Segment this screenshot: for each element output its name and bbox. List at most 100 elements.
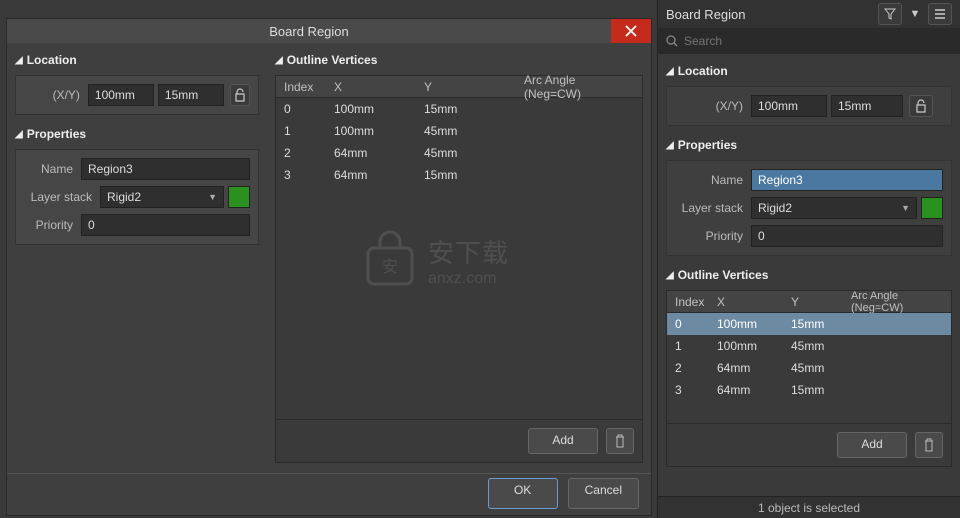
outline-header[interactable]: ◢ Outline Vertices (275, 53, 643, 67)
panel-col-y[interactable]: Y (783, 295, 843, 309)
unlock-icon (234, 88, 246, 102)
panel-col-index[interactable]: Index (667, 295, 709, 309)
panel-location-header[interactable]: ◢ Location (666, 64, 952, 78)
table-row[interactable]: 1100mm45mm (276, 120, 642, 142)
col-arc[interactable]: Arc Angle (Neg=CW) (516, 73, 642, 101)
panel-outline-header[interactable]: ◢ Outline Vertices (666, 268, 952, 282)
layer-stack-dropdown[interactable]: Rigid2 ▼ (100, 186, 224, 208)
panel-x-input[interactable] (751, 95, 827, 117)
cell-y: 45mm (416, 146, 516, 160)
panel-caret[interactable]: ▼ (908, 3, 922, 25)
panel-add-vertex-button[interactable]: Add (837, 432, 907, 458)
col-x[interactable]: X (326, 80, 416, 94)
cell-y: 15mm (416, 168, 516, 182)
name-label: Name (24, 162, 81, 176)
lock-button[interactable] (230, 84, 250, 106)
collapse-icon: ◢ (15, 55, 23, 66)
dialog-titlebar: Board Region (7, 19, 651, 43)
status-text: 1 object is selected (758, 501, 860, 515)
panel-lock-button[interactable] (909, 95, 933, 117)
collapse-icon: ◢ (666, 66, 674, 77)
col-index[interactable]: Index (276, 80, 326, 94)
location-header-text: Location (27, 53, 77, 67)
panel-header: Board Region ▼ (658, 0, 960, 28)
outline-table: Index X Y Arc Angle (Neg=CW) 0100mm15mm1… (275, 75, 643, 463)
dialog-title: Board Region (7, 24, 611, 39)
collapse-icon: ◢ (275, 55, 283, 66)
delete-vertex-button[interactable] (606, 428, 634, 454)
panel-layer-stack-value: Rigid2 (758, 201, 792, 215)
collapse-icon: ◢ (666, 140, 674, 151)
close-icon (625, 25, 637, 37)
panel-priority-input[interactable] (751, 225, 943, 247)
panel-properties-section: Name Layer stack Rigid2 ▼ Priority (666, 160, 952, 256)
unlock-icon (915, 99, 927, 113)
menu-icon (934, 8, 946, 20)
search-row (658, 28, 960, 54)
panel-name-input[interactable] (751, 169, 943, 191)
panel-properties-header-text: Properties (678, 138, 737, 152)
panel-col-arc[interactable]: Arc Angle (Neg=CW) (843, 290, 951, 314)
panel-y-input[interactable] (831, 95, 903, 117)
cell-y: 45mm (416, 124, 516, 138)
cell-x: 100mm (709, 317, 783, 331)
panel-outline-table: Index X Y Arc Angle (Neg=CW) 0100mm15mm1… (666, 290, 952, 467)
x-input[interactable] (88, 84, 154, 106)
cell-index: 0 (276, 102, 326, 116)
cell-y: 45mm (783, 339, 843, 353)
table-row[interactable]: 0100mm15mm (667, 313, 951, 335)
cell-y: 45mm (783, 361, 843, 375)
table-row[interactable]: 264mm45mm (667, 357, 951, 379)
panel-menu-button[interactable] (928, 3, 952, 25)
name-input[interactable] (81, 158, 250, 180)
priority-input[interactable] (81, 214, 250, 236)
panel-location-header-text: Location (678, 64, 728, 78)
properties-section: Name Layer stack Rigid2 ▼ Priority (15, 149, 259, 245)
cancel-button[interactable]: Cancel (568, 478, 639, 509)
panel-body: ◢ Location (X/Y) ◢ Properties Name L (658, 54, 960, 496)
add-vertex-button[interactable]: Add (528, 428, 598, 454)
collapse-icon: ◢ (666, 270, 674, 281)
filter-button[interactable] (878, 3, 902, 25)
cell-x: 64mm (326, 146, 416, 160)
panel-name-label: Name (675, 173, 751, 187)
panel-xy-label: (X/Y) (675, 99, 751, 113)
properties-header[interactable]: ◢ Properties (15, 127, 259, 141)
search-input[interactable] (684, 34, 952, 48)
panel-delete-vertex-button[interactable] (915, 432, 943, 458)
dialog-body: ◢ Location (X/Y) ◢ Properties (7, 43, 651, 473)
y-input[interactable] (158, 84, 224, 106)
cell-x: 100mm (709, 339, 783, 353)
panel-priority-label: Priority (675, 229, 751, 243)
panel-properties-header[interactable]: ◢ Properties (666, 138, 952, 152)
panel-outline-header-text: Outline Vertices (678, 268, 769, 282)
table-row[interactable]: 1100mm45mm (667, 335, 951, 357)
properties-panel: Board Region ▼ ◢ Location (X/Y) (657, 0, 960, 518)
cell-y: 15mm (416, 102, 516, 116)
panel-table-body: 0100mm15mm1100mm45mm264mm45mm364mm15mm (667, 313, 951, 401)
priority-label: Priority (24, 218, 81, 232)
ok-button[interactable]: OK (488, 478, 558, 509)
dialog-right-column: ◢ Outline Vertices Index X Y Arc Angle (… (267, 43, 651, 473)
trash-icon (614, 434, 626, 448)
table-row[interactable]: 264mm45mm (276, 142, 642, 164)
chevron-down-icon: ▼ (208, 192, 217, 202)
col-y[interactable]: Y (416, 80, 516, 94)
dialog-left-column: ◢ Location (X/Y) ◢ Properties (7, 43, 267, 473)
xy-label: (X/Y) (24, 88, 88, 102)
close-button[interactable] (611, 19, 651, 43)
status-bar: 1 object is selected (658, 496, 960, 518)
table-row[interactable]: 0100mm15mm (276, 98, 642, 120)
table-row[interactable]: 364mm15mm (276, 164, 642, 186)
cell-y: 15mm (783, 317, 843, 331)
chevron-down-icon: ▼ (901, 203, 910, 213)
layer-stack-label: Layer stack (24, 190, 100, 204)
location-header[interactable]: ◢ Location (15, 53, 259, 67)
panel-layer-color-swatch[interactable] (921, 197, 943, 219)
board-region-dialog: Board Region ◢ Location (X/Y) (6, 18, 652, 516)
collapse-icon: ◢ (15, 129, 23, 140)
panel-layer-stack-dropdown[interactable]: Rigid2 ▼ (751, 197, 917, 219)
panel-col-x[interactable]: X (709, 295, 783, 309)
table-row[interactable]: 364mm15mm (667, 379, 951, 401)
layer-color-swatch[interactable] (228, 186, 250, 208)
